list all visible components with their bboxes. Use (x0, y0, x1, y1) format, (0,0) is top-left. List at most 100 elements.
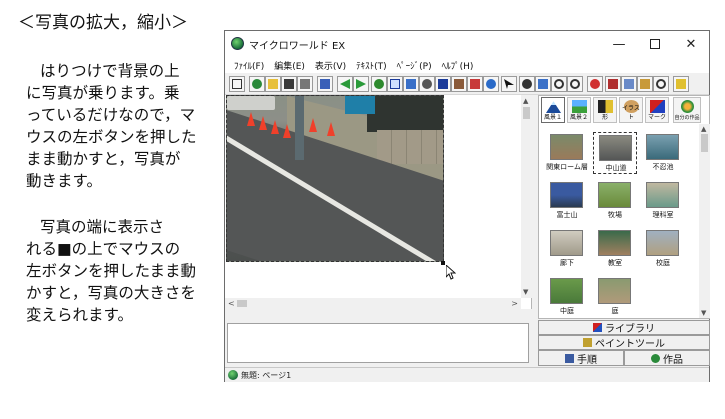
menu-view[interactable]: 表示(V) (310, 59, 351, 72)
panel-tabs: ライブラリ ペイントツール 手順 作品 (538, 320, 710, 366)
close-button[interactable]: ✕ (673, 31, 709, 57)
page-canvas[interactable]: ▲ ▼ < > (225, 95, 532, 309)
copy-button[interactable] (621, 76, 637, 92)
globe-icon (252, 79, 262, 89)
scroll-up-arrow[interactable]: ▲ (523, 97, 528, 105)
thumbnail-image (598, 278, 631, 304)
category-illustration-tab[interactable]: イラスト (619, 97, 643, 123)
cut-button[interactable] (605, 76, 621, 92)
minimize-button[interactable]: — (601, 31, 637, 57)
eye2-button[interactable] (519, 76, 535, 92)
menu-bar: ﾌｧｲﾙ(F) 編集(E) 表示(V) ﾃｷｽﾄ(T) ﾍﾟｰｼﾞ(P) ﾍﾙﾌ… (225, 57, 709, 73)
folder-icon (268, 79, 278, 89)
paste-button[interactable] (637, 76, 653, 92)
page-view-button[interactable] (317, 76, 333, 92)
category-shapes-tab[interactable]: 形 (593, 97, 617, 123)
paste-icon (640, 79, 650, 89)
canvas-horizontal-scrollbar[interactable]: < > (225, 298, 521, 309)
menu-text[interactable]: ﾃｷｽﾄ(T) (351, 59, 392, 72)
status-bar: 無題: ページ1 (225, 367, 709, 382)
paint-button[interactable] (451, 76, 467, 92)
category-scenery1-tab[interactable]: 風景１ (541, 97, 565, 123)
save-button[interactable] (281, 76, 297, 92)
toolbar-toggle-button[interactable] (229, 76, 245, 92)
traffic-cone (271, 120, 279, 134)
text-box-button[interactable] (387, 76, 403, 92)
tab-paint-tool[interactable]: ペイントツール (538, 335, 710, 350)
library-item[interactable]: 関東ローム層 (545, 132, 589, 174)
maximize-button[interactable] (637, 31, 673, 57)
menu-edit[interactable]: 編集(E) (269, 59, 310, 72)
scroll-thumb[interactable] (701, 134, 708, 152)
library-item[interactable]: 教室 (593, 228, 637, 270)
print-button[interactable] (297, 76, 313, 92)
traffic-cone (259, 116, 267, 130)
undo-button[interactable] (653, 76, 669, 92)
thumbnail-image (646, 134, 679, 160)
tab-library[interactable]: ライブラリ (538, 320, 710, 335)
floppy-icon (284, 79, 294, 89)
shapes-button[interactable] (467, 76, 483, 92)
command-center-input[interactable] (227, 323, 529, 363)
library-item-selected[interactable]: 中山道 (593, 132, 637, 174)
menu-page[interactable]: ﾍﾟｰｼﾞ(P) (392, 59, 437, 72)
scroll-up-arrow[interactable]: ▲ (701, 125, 706, 133)
photo-fence (367, 96, 443, 132)
photo-block-wall (377, 130, 443, 164)
library-item[interactable]: 校庭 (641, 228, 685, 270)
library-item[interactable]: 理科室 (641, 180, 685, 222)
library-item[interactable]: 牧場 (593, 180, 637, 222)
scroll-down-arrow[interactable]: ▼ (523, 288, 528, 296)
menu-help[interactable]: ﾍﾙﾌﾟ(H) (437, 59, 479, 72)
paragraph-line: まま動かすと，写真が (26, 150, 181, 168)
zoom-out-button[interactable] (567, 76, 583, 92)
pasted-photo[interactable] (226, 95, 444, 262)
scroll-thumb[interactable] (523, 107, 530, 119)
paragraph-line: 左ボタンを押したまま動 (26, 262, 197, 280)
world-button[interactable] (483, 76, 499, 92)
thumbnail-image (598, 182, 631, 208)
stop-button[interactable] (587, 76, 603, 92)
pointer-button[interactable] (501, 76, 517, 92)
library-item[interactable]: 廊下 (545, 228, 589, 270)
tab-procedures[interactable]: 手順 (538, 350, 624, 366)
undo-icon (656, 79, 666, 89)
thumbnail-image (550, 230, 583, 256)
scroll-right-arrow[interactable]: > (511, 299, 518, 308)
help-button[interactable] (673, 76, 689, 92)
library-thumbnail-grid: 関東ローム層 中山道 不忍池 富士山 牧場 理科室 廊下 教室 校庭 中庭 庭 (545, 132, 695, 315)
scissors-icon (608, 79, 618, 89)
library-item[interactable]: 中庭 (545, 276, 589, 318)
scroll-thumb[interactable] (237, 300, 247, 307)
music-button[interactable] (435, 76, 451, 92)
scroll-left-arrow[interactable]: < (228, 299, 235, 308)
library-item[interactable]: 庭 (593, 276, 637, 318)
library-item[interactable]: 富士山 (545, 180, 589, 222)
scroll-down-arrow[interactable]: ▼ (701, 309, 706, 317)
canvas-vertical-scrollbar[interactable]: ▲ ▼ (521, 95, 532, 298)
page-icon (320, 79, 330, 89)
open-button[interactable] (265, 76, 281, 92)
library-vertical-scrollbar[interactable]: ▲ ▼ (699, 124, 710, 318)
tab-works[interactable]: 作品 (624, 350, 710, 366)
category-scenery2-tab[interactable]: 風景２ (567, 97, 591, 123)
prev-page-button[interactable] (337, 76, 353, 92)
category-mark-tab[interactable]: マーク (645, 97, 669, 123)
magnifier-minus-icon (570, 79, 580, 89)
person-button[interactable] (535, 76, 551, 92)
menu-file[interactable]: ﾌｧｲﾙ(F) (229, 59, 269, 72)
button-tool[interactable] (403, 76, 419, 92)
title-bar[interactable]: マイクロワールド EX — ✕ (225, 31, 709, 57)
category-my-works-tab[interactable]: 自分の作品 (673, 97, 701, 123)
next-page-button[interactable] (353, 76, 369, 92)
library-item[interactable]: 不忍池 (641, 132, 685, 174)
status-globe-icon (228, 370, 238, 380)
copy-icon (624, 79, 634, 89)
turtle-button[interactable] (371, 76, 387, 92)
zoom-in-button[interactable] (551, 76, 567, 92)
resize-handle[interactable] (441, 261, 445, 265)
thumbnail-image (550, 278, 583, 304)
eye-button[interactable] (419, 76, 435, 92)
magnifier-plus-icon (554, 79, 564, 89)
new-project-button[interactable] (249, 76, 265, 92)
